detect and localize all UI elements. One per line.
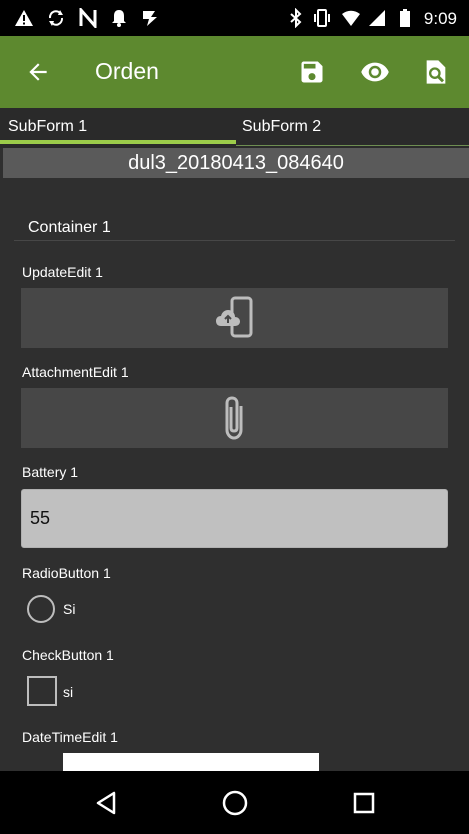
document-name: dul3_20180413_084640	[3, 148, 469, 178]
n-icon	[79, 8, 97, 28]
check-button-label: CheckButton 1	[22, 647, 114, 663]
container-divider	[14, 240, 455, 241]
radio-option-label: Si	[63, 601, 76, 617]
vibrate-icon	[314, 9, 330, 27]
warning-icon	[15, 10, 33, 26]
navigation-bar	[0, 771, 469, 834]
tab-subform-2[interactable]: SubForm 2	[242, 108, 462, 148]
attachment-edit-button[interactable]	[21, 388, 448, 448]
update-edit-label: UpdateEdit 1	[22, 264, 103, 280]
paperclip-icon	[225, 396, 242, 440]
signal-icon	[369, 10, 385, 26]
home-nav-icon[interactable]	[220, 788, 250, 818]
checkbox-option-label: si	[63, 684, 74, 700]
back-nav-icon[interactable]	[92, 788, 122, 818]
notification-bell-icon	[112, 10, 126, 27]
battery-field[interactable]: 55	[21, 489, 448, 548]
save-icon	[301, 61, 323, 83]
datetime-field[interactable]	[63, 753, 319, 771]
preview-eye-icon	[361, 62, 389, 82]
search-document-button[interactable]	[418, 54, 454, 90]
radio-button-label: RadioButton 1	[22, 565, 111, 581]
attachment-edit-label: AttachmentEdit 1	[22, 364, 129, 380]
download-icon	[143, 11, 157, 26]
radio-si[interactable]	[27, 595, 55, 623]
tab-selected-indicator	[0, 140, 236, 144]
wifi-icon	[342, 10, 360, 26]
bluetooth-icon	[290, 8, 302, 28]
battery-label: Battery 1	[22, 464, 79, 480]
container-label: Container 1	[28, 219, 111, 236]
sync-icon	[48, 10, 64, 26]
checkbox-si[interactable]	[27, 676, 57, 706]
clock: 9:09	[423, 9, 457, 28]
back-icon	[29, 63, 47, 81]
update-edit-button[interactable]	[21, 288, 448, 348]
app-bar: Orden	[0, 36, 469, 108]
battery-icon	[400, 9, 410, 27]
back-button[interactable]	[20, 54, 56, 90]
tab-underline	[236, 145, 469, 146]
save-button[interactable]	[294, 54, 330, 90]
datetime-edit-label: DateTimeEdit 1	[22, 729, 118, 745]
phone-cloud-sync-icon	[215, 296, 252, 338]
status-bar: 9:09	[0, 0, 469, 36]
page-title: Orden	[95, 58, 159, 84]
search-doc-icon	[426, 60, 446, 84]
recents-nav-icon[interactable]	[349, 788, 379, 818]
preview-button[interactable]	[357, 54, 393, 90]
